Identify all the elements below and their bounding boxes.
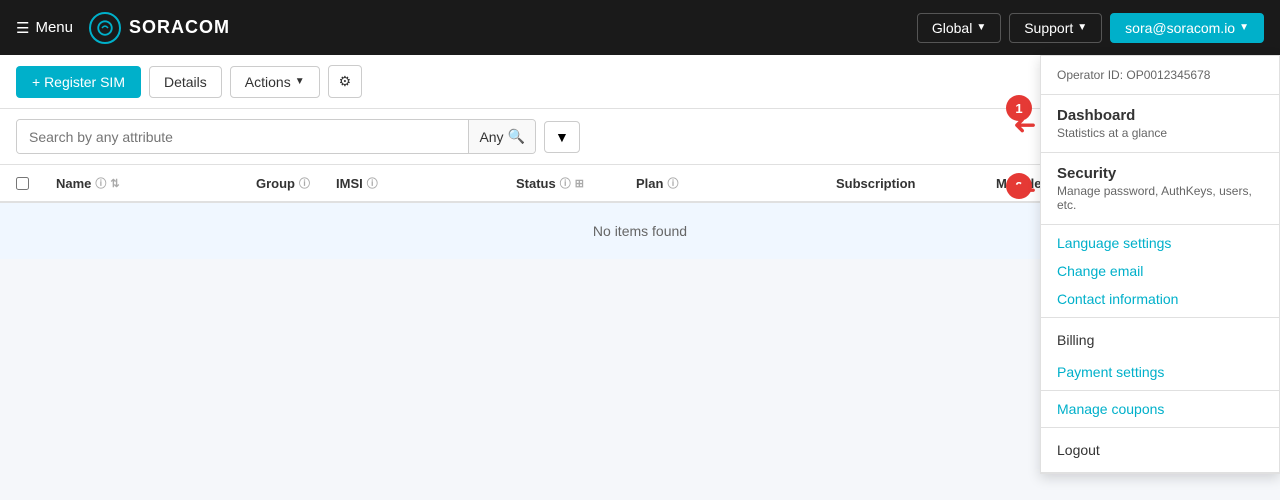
step-2-badge: 2 [1006, 173, 1032, 199]
security-section: Security Manage password, AuthKeys, user… [1041, 153, 1279, 225]
table-col-name: Name ⓘ ⇅ [56, 175, 256, 191]
actions-button[interactable]: Actions ▼ [230, 66, 320, 98]
table-col-group: Group ⓘ [256, 175, 336, 191]
logo: SORACOM [89, 12, 230, 44]
empty-text: No items found [593, 223, 687, 239]
global-button[interactable]: Global ▼ [917, 13, 1001, 43]
billing-section: Billing Payment settings [1041, 318, 1279, 391]
actions-label: Actions [245, 74, 291, 90]
chevron-down-icon: ▼ [555, 129, 569, 145]
coupons-section: Manage coupons [1041, 391, 1279, 428]
details-button[interactable]: Details [149, 66, 222, 98]
header: ☰ Menu SORACOM Global ▼ Support ▼ sora@s… [0, 0, 1280, 55]
user-caret-icon: ▼ [1239, 22, 1249, 33]
user-button[interactable]: sora@soracom.io ▼ [1110, 13, 1264, 43]
logout-section: Logout [1041, 428, 1279, 473]
language-settings-link[interactable]: Language settings [1041, 229, 1279, 257]
col-plan-label: Plan [636, 176, 663, 191]
global-label: Global [932, 20, 972, 36]
table-col-subscription: Subscription [836, 175, 996, 191]
support-caret-icon: ▼ [1077, 22, 1087, 33]
info-icon[interactable]: ⓘ [95, 175, 106, 191]
search-filter-dropdown[interactable]: ▼ [544, 121, 580, 153]
manage-coupons-link[interactable]: Manage coupons [1041, 395, 1279, 423]
change-email-link[interactable]: Change email [1041, 257, 1279, 285]
step-1-badge: 1 [1006, 95, 1032, 121]
actions-caret-icon: ▼ [295, 76, 305, 87]
gear-button[interactable]: ⚙ [328, 65, 363, 98]
global-caret-icon: ▼ [976, 22, 986, 33]
header-left: ☰ Menu SORACOM [16, 12, 230, 44]
details-label: Details [164, 74, 207, 90]
header-right: Global ▼ Support ▼ sora@soracom.io ▼ [917, 13, 1264, 43]
billing-title[interactable]: Billing [1041, 322, 1279, 358]
col-subscription-label: Subscription [836, 176, 915, 191]
operator-id-text: Operator ID: OP0012345678 [1057, 68, 1210, 82]
user-label: sora@soracom.io [1125, 20, 1235, 36]
any-label: Any [479, 129, 503, 145]
menu-button[interactable]: ☰ Menu [16, 19, 73, 37]
group-info-icon[interactable]: ⓘ [299, 175, 310, 191]
gear-icon: ⚙ [339, 73, 352, 89]
col-imsi-label: IMSI [336, 176, 363, 191]
col-name-label: Name [56, 176, 91, 191]
register-sim-button[interactable]: + Register SIM [16, 66, 141, 98]
search-input[interactable] [17, 120, 468, 153]
register-sim-label: + Register SIM [32, 74, 125, 90]
select-all-checkbox[interactable] [16, 177, 29, 190]
col-status-label: Status [516, 176, 556, 191]
logo-text: SORACOM [129, 17, 230, 38]
dashboard-section: Dashboard Statistics at a glance [1041, 95, 1279, 153]
security-title[interactable]: Security [1057, 165, 1263, 182]
security-subtitle: Manage password, AuthKeys, users, etc. [1057, 184, 1263, 212]
sort-icon[interactable]: ⇅ [110, 177, 119, 190]
table-col-plan: Plan ⓘ [636, 175, 836, 191]
dashboard-subtitle: Statistics at a glance [1057, 126, 1263, 140]
hamburger-icon: ☰ [16, 19, 29, 37]
contact-information-link[interactable]: Contact information [1041, 285, 1279, 313]
table-col-checkbox [16, 175, 56, 191]
search-wrapper: Any 🔍 [16, 119, 536, 154]
user-dropdown-menu: Operator ID: OP0012345678 Dashboard Stat… [1040, 55, 1280, 474]
payment-settings-link[interactable]: Payment settings [1041, 358, 1279, 386]
table-col-imsi: IMSI ⓘ [336, 175, 516, 191]
support-label: Support [1024, 20, 1073, 36]
table-col-status: Status ⓘ ⊞ [516, 175, 636, 191]
support-button[interactable]: Support ▼ [1009, 13, 1102, 43]
status-copy-icon[interactable]: ⊞ [575, 177, 584, 190]
logout-item[interactable]: Logout [1041, 432, 1279, 468]
account-section: Language settings Change email Contact i… [1041, 225, 1279, 318]
search-any-selector[interactable]: Any 🔍 [468, 120, 535, 153]
logo-icon [89, 12, 121, 44]
dashboard-title[interactable]: Dashboard [1057, 107, 1263, 124]
plan-info-icon[interactable]: ⓘ [667, 175, 678, 191]
col-group-label: Group [256, 176, 295, 191]
menu-label: Menu [35, 19, 73, 36]
search-icon: 🔍 [508, 128, 525, 145]
imsi-info-icon[interactable]: ⓘ [367, 175, 378, 191]
operator-id: Operator ID: OP0012345678 [1041, 56, 1279, 95]
status-info-icon[interactable]: ⓘ [560, 175, 571, 191]
